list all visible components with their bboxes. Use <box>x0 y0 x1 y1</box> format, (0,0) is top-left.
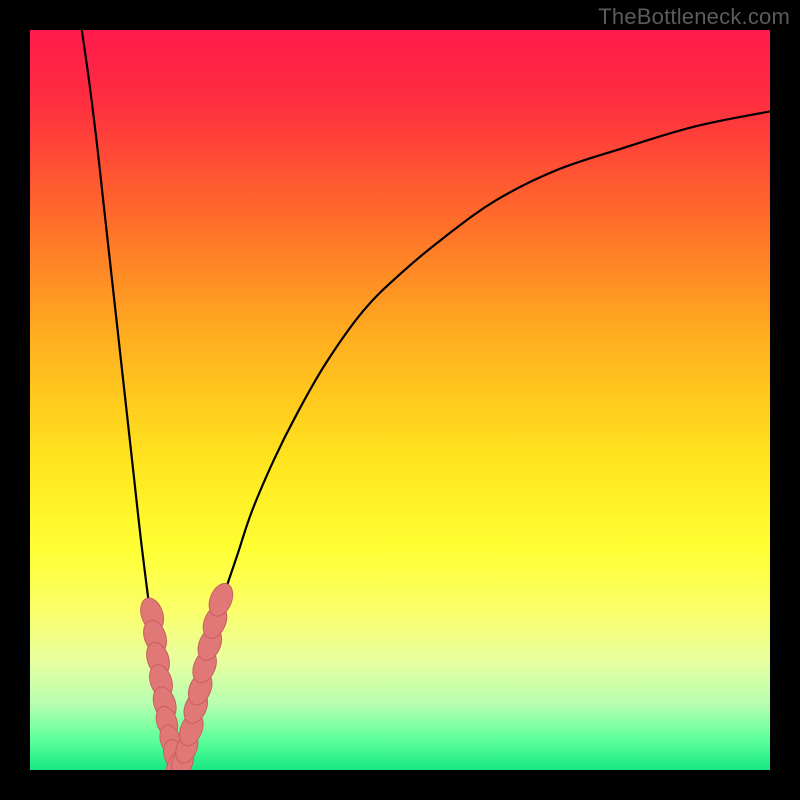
watermark-text: TheBottleneck.com <box>598 4 790 30</box>
plot-area <box>30 30 770 770</box>
curve-layer <box>30 30 770 770</box>
outer-frame: TheBottleneck.com <box>0 0 800 800</box>
curve-right-branch <box>178 111 770 770</box>
